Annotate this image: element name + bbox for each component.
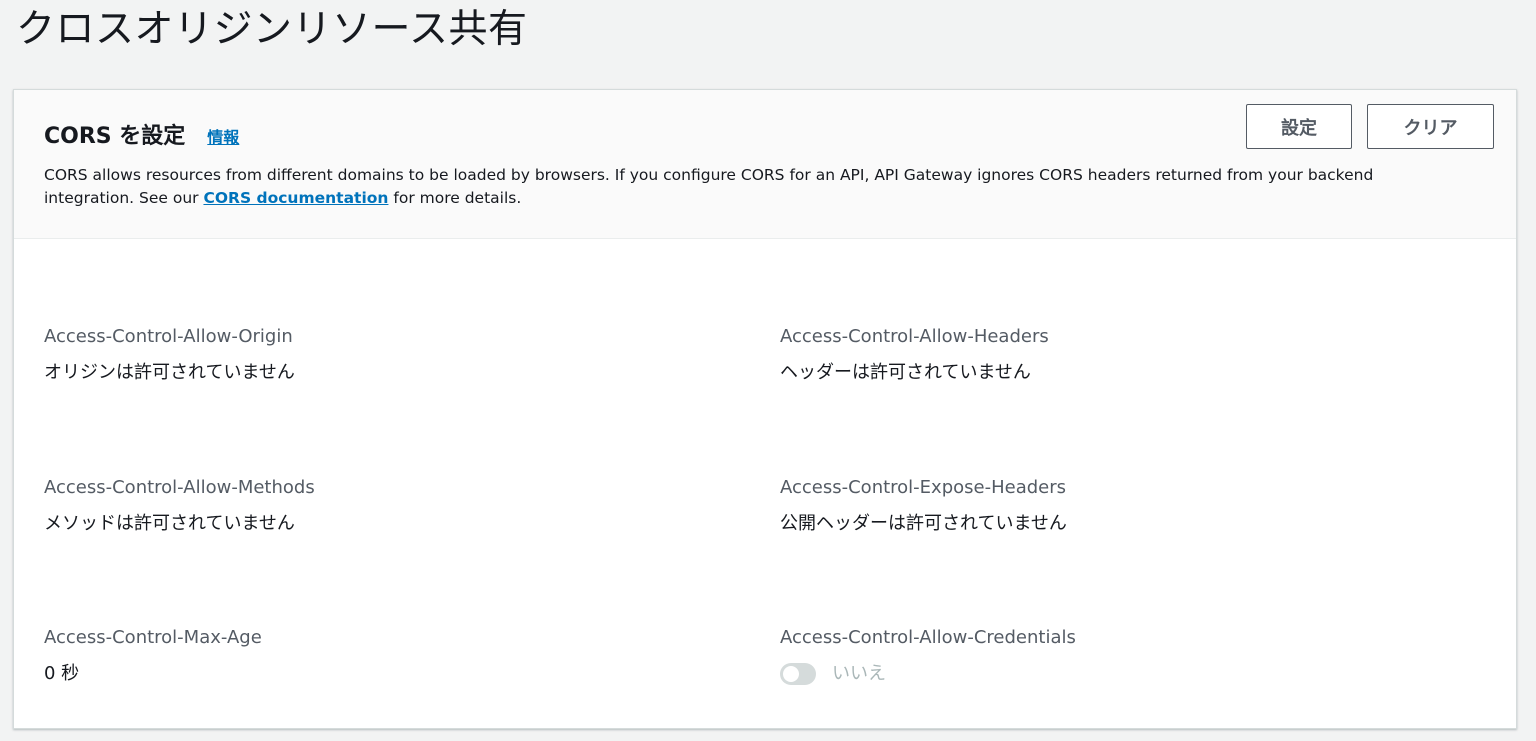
configure-button[interactable]: 設定 [1246,104,1352,149]
field-label: Access-Control-Allow-Headers [780,326,1049,347]
field-max-age: Access-Control-Max-Age 0 秒 [44,626,262,686]
field-label: Access-Control-Max-Age [44,627,262,648]
panel-title-row: CORS を設定 情報 [44,118,239,150]
field-value: オリジンは許可されていません [44,362,295,383]
page-title: クロスオリジンリソース共有 [16,7,528,52]
field-expose-headers: Access-Control-Expose-Headers 公開ヘッダーは許可さ… [780,476,1067,536]
panel-header: CORS を設定 情報 CORS allows resources from d… [14,90,1516,239]
description-suffix: for more details. [388,189,522,207]
toggle-knob [783,666,799,682]
clear-button[interactable]: クリア [1367,104,1494,149]
field-label: Access-Control-Allow-Credentials [780,627,1076,648]
cors-config-panel: CORS を設定 情報 CORS allows resources from d… [13,89,1517,729]
field-allow-methods: Access-Control-Allow-Methods メソッドは許可されてい… [44,476,315,536]
panel-title: CORS を設定 [44,124,186,149]
credentials-toggle-row: いいえ [780,662,1076,686]
info-link[interactable]: 情報 [207,124,239,148]
cors-documentation-link[interactable]: CORS documentation [203,189,388,207]
field-allow-credentials: Access-Control-Allow-Credentials いいえ [780,626,1076,686]
field-value: メソッドは許可されていません [44,513,295,534]
toggle-switch-icon[interactable] [780,663,816,685]
field-value: 公開ヘッダーは許可されていません [780,513,1067,534]
panel-description: CORS allows resources from different dom… [44,164,1464,210]
toggle-label: いいえ [832,663,886,684]
field-allow-origin: Access-Control-Allow-Origin オリジンは許可されていま… [44,325,295,385]
field-label: Access-Control-Allow-Methods [44,477,315,498]
field-value: 0 秒 [44,663,80,684]
field-allow-headers: Access-Control-Allow-Headers ヘッダーは許可されてい… [780,325,1049,385]
field-label: Access-Control-Expose-Headers [780,477,1067,498]
field-value: ヘッダーは許可されていません [780,362,1031,383]
field-label: Access-Control-Allow-Origin [44,326,293,347]
